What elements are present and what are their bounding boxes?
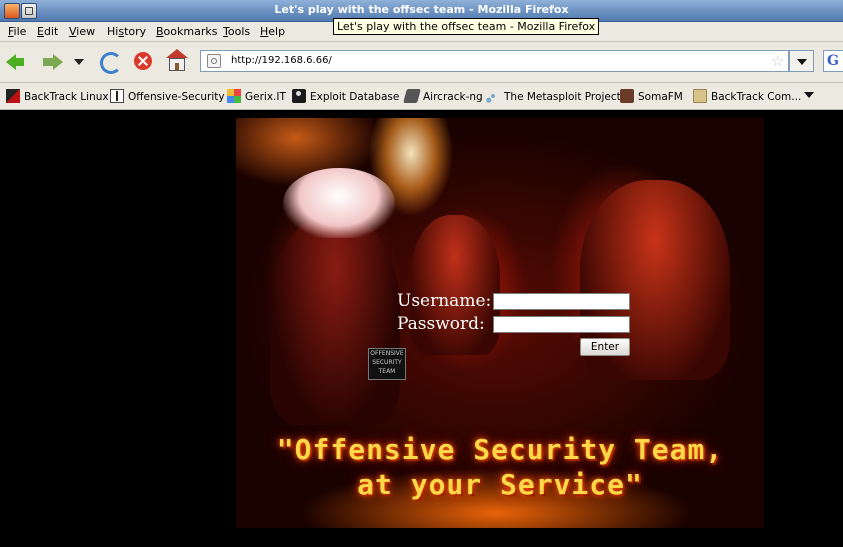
slogan-line-2: at your Service" xyxy=(357,468,643,501)
bookmarks-overflow-chevron-icon[interactable] xyxy=(804,92,814,98)
back-icon xyxy=(6,54,24,70)
username-label: Username: xyxy=(397,291,492,311)
forward-button[interactable] xyxy=(40,50,64,74)
bookmark-backtrack-linux[interactable]: BackTrack Linux xyxy=(6,89,109,103)
stop-icon xyxy=(134,52,152,70)
username-input[interactable] xyxy=(493,293,630,310)
chevron-down-icon xyxy=(74,59,84,65)
menu-bookmarks[interactable]: Bookmarks xyxy=(156,25,217,38)
window-title: Let's play with the offsec team - Mozill… xyxy=(274,3,569,16)
backtrack-icon xyxy=(6,89,20,103)
enter-button[interactable]: Enter xyxy=(580,338,630,356)
url-history-dropdown[interactable] xyxy=(789,50,814,72)
reload-icon xyxy=(100,52,122,74)
shirt-logo: OFFENSIVE SECURITY TEAM xyxy=(368,348,406,380)
site-identity-icon[interactable] xyxy=(207,54,221,68)
metasploit-icon xyxy=(486,89,500,103)
menu-history[interactable]: History xyxy=(107,25,146,38)
home-button[interactable] xyxy=(166,49,190,74)
hero-figure-left xyxy=(270,215,400,425)
search-bar[interactable]: G xyxy=(823,50,843,72)
menu-file[interactable]: File xyxy=(8,25,26,38)
bookmark-folder-backtrack-community[interactable]: BackTrack Com... xyxy=(693,89,801,103)
menu-tools[interactable]: Tools xyxy=(223,25,250,38)
offsec-icon xyxy=(110,89,124,103)
password-input[interactable] xyxy=(493,316,630,333)
password-label: Password: xyxy=(397,314,485,334)
slogan-line-1: "Offensive Security Team, xyxy=(276,433,724,466)
menu-help[interactable]: Help xyxy=(260,25,285,38)
bookmarks-toolbar: BackTrack Linux Offensive-Security Gerix… xyxy=(0,83,843,110)
bookmark-gerix[interactable]: Gerix.IT xyxy=(227,89,286,103)
history-dropdown-button[interactable] xyxy=(70,50,86,74)
url-text[interactable]: http://192.168.6.66/ xyxy=(231,55,332,66)
bookmark-star-icon[interactable]: ☆ xyxy=(771,52,784,70)
hero-figure-middle xyxy=(410,215,500,355)
stop-button[interactable] xyxy=(132,50,156,74)
gerix-icon xyxy=(227,89,241,103)
folder-icon xyxy=(693,89,707,103)
slogan: "Offensive Security Team, at your Servic… xyxy=(236,432,764,502)
hero-figure-hair xyxy=(283,168,395,238)
back-button[interactable] xyxy=(6,50,30,74)
title-tooltip: Let's play with the offsec team - Mozill… xyxy=(333,18,600,35)
url-bar[interactable]: http://192.168.6.66/ ☆ xyxy=(200,50,789,72)
home-icon xyxy=(166,49,188,71)
bookmark-offensive-security[interactable]: Offensive-Security xyxy=(110,89,225,103)
forward-icon xyxy=(43,54,63,70)
google-search-icon: G xyxy=(827,53,839,69)
menu-edit[interactable]: Edit xyxy=(37,25,58,38)
bookmark-metasploit[interactable]: The Metasploit Project xyxy=(486,89,621,103)
aircrack-icon xyxy=(403,89,421,103)
bookmark-aircrack[interactable]: Aircrack-ng xyxy=(403,89,483,103)
menu-view[interactable]: View xyxy=(69,25,95,38)
exploit-db-icon xyxy=(292,89,306,103)
bookmark-exploit-database[interactable]: Exploit Database xyxy=(292,89,399,103)
bookmark-somafm[interactable]: SomaFM xyxy=(620,89,683,103)
reload-button[interactable] xyxy=(98,50,122,74)
somafm-icon xyxy=(620,89,634,103)
